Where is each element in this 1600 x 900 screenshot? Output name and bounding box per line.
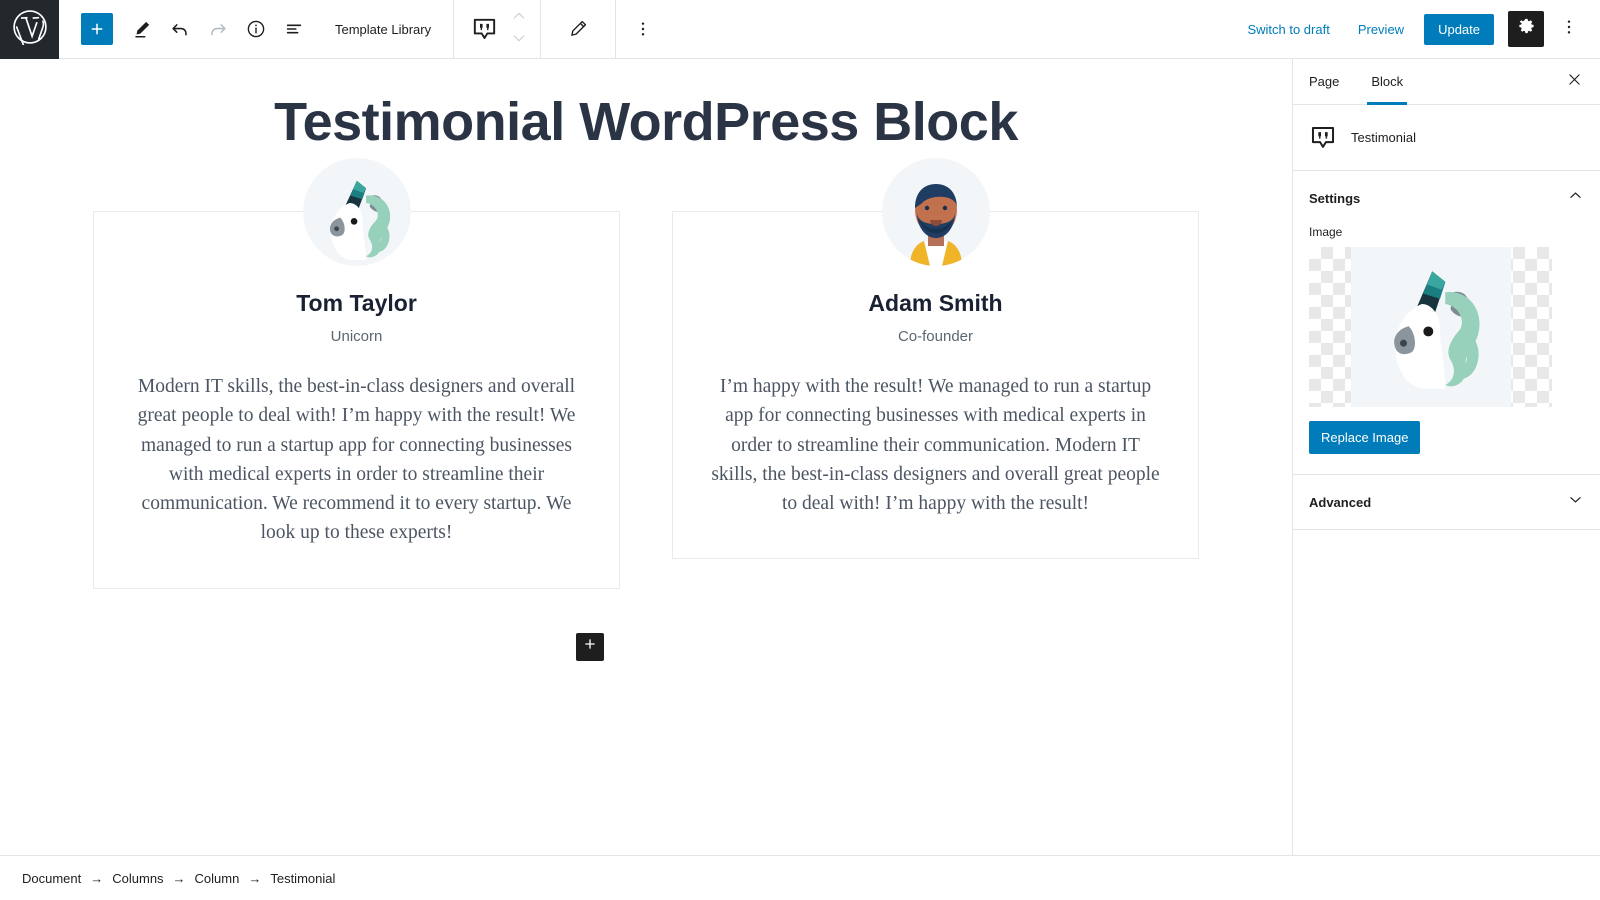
undo-arrow-icon (169, 18, 191, 40)
gear-icon (1517, 17, 1536, 41)
toolbar-left-group (59, 0, 313, 58)
breadcrumb-separator: → (248, 870, 262, 886)
block-type-button[interactable] (462, 7, 506, 51)
editor-top-toolbar: Template Library Switch to draft Preview… (0, 0, 1600, 59)
settings-panel: Settings Image Replace Image (1293, 171, 1600, 474)
preview-button[interactable]: Preview (1344, 22, 1418, 37)
settings-panel-body: Image Replace Image (1293, 225, 1600, 474)
testimonial-card-1[interactable]: Tom Taylor Unicorn Modern IT skills, the… (93, 158, 620, 589)
breadcrumb-item-column[interactable]: Column (195, 871, 240, 886)
plus-icon (88, 20, 106, 38)
editor-more-options-button[interactable] (1552, 11, 1586, 47)
quote-block-icon (471, 16, 498, 43)
list-view-icon (283, 18, 305, 40)
breadcrumb-item-document[interactable]: Document (22, 871, 81, 886)
advanced-panel-header[interactable]: Advanced (1293, 475, 1600, 529)
quote-block-icon (1309, 124, 1337, 152)
block-options-group (616, 0, 670, 58)
testimonial-role[interactable]: Unicorn (130, 328, 583, 345)
testimonial-card-2[interactable]: Adam Smith Co-founder I’m happy with the… (672, 158, 1199, 560)
page-title[interactable]: Testimonial WordPress Block (0, 91, 1292, 153)
block-edit-button[interactable] (559, 10, 597, 48)
breadcrumb-item-columns[interactable]: Columns (112, 871, 163, 886)
settings-panel-title: Settings (1309, 190, 1361, 206)
close-icon (1566, 71, 1583, 93)
avatar (881, 158, 990, 266)
template-library-button[interactable]: Template Library (313, 0, 453, 58)
block-appender-button[interactable] (576, 632, 604, 661)
sidebar-tablist: Page Block (1293, 59, 1600, 105)
pencil-edit-icon (131, 18, 153, 40)
image-preview[interactable] (1309, 247, 1552, 407)
replace-image-button[interactable]: Replace Image (1309, 421, 1421, 454)
toolbar-right-group: Switch to draft Preview Update (1233, 0, 1600, 58)
breadcrumb-separator: → (172, 870, 186, 886)
settings-sidebar: Page Block Testimonial Settings Image Re… (1293, 59, 1600, 855)
plus-icon (582, 636, 598, 657)
add-block-button[interactable] (81, 13, 113, 45)
breadcrumb-separator: → (90, 870, 104, 886)
block-edit-group (541, 0, 615, 58)
wordpress-logo-icon (12, 9, 48, 50)
column-block-1: Tom Taylor Unicorn Modern IT skills, the… (93, 158, 620, 589)
close-sidebar-button[interactable] (1556, 64, 1592, 100)
column-block-2: Adam Smith Co-founder I’m happy with the… (672, 158, 1199, 589)
tab-block[interactable]: Block (1355, 59, 1419, 105)
tools-edit-button[interactable] (123, 10, 161, 48)
testimonial-text[interactable]: Modern IT skills, the best-in-class desi… (130, 372, 583, 548)
advanced-panel: Advanced (1293, 475, 1600, 529)
avatar (302, 158, 411, 266)
sidebar-divider-2 (1293, 529, 1600, 530)
block-options-button[interactable] (624, 10, 662, 48)
chevron-up-icon (511, 8, 527, 29)
selected-block-name: Testimonial (1351, 130, 1417, 145)
move-block-down-button[interactable] (506, 29, 532, 51)
switch-to-draft-button[interactable]: Switch to draft (1233, 22, 1343, 37)
testimonial-role[interactable]: Co-founder (709, 328, 1162, 345)
list-view-button[interactable] (275, 10, 313, 48)
image-field-label: Image (1309, 225, 1343, 239)
redo-arrow-icon (207, 18, 229, 40)
chevron-down-icon (1567, 491, 1584, 513)
chevron-down-icon (511, 30, 527, 51)
testimonial-name[interactable]: Tom Taylor (130, 290, 583, 317)
more-vertical-icon (633, 19, 653, 39)
settings-panel-header[interactable]: Settings (1293, 171, 1600, 225)
breadcrumb: Document → Columns → Column → Testimonia… (0, 855, 1600, 900)
chevron-up-icon (1567, 187, 1584, 209)
selected-block-card: Testimonial (1293, 105, 1600, 171)
unicorn-avatar-icon (303, 158, 411, 266)
redo-button[interactable] (199, 10, 237, 48)
update-button[interactable]: Update (1424, 13, 1494, 45)
testimonial-text[interactable]: I’m happy with the result! We managed to… (709, 372, 1162, 518)
details-info-button[interactable] (237, 10, 275, 48)
pencil-icon (567, 18, 589, 40)
image-preview-inner (1350, 247, 1511, 407)
wordpress-logo-button[interactable] (0, 0, 59, 59)
tab-page[interactable]: Page (1293, 59, 1355, 105)
settings-sidebar-toggle-button[interactable] (1508, 11, 1544, 47)
bearded-man-avatar-icon (882, 158, 990, 266)
breadcrumb-item-testimonial[interactable]: Testimonial (270, 871, 335, 886)
info-circle-icon (245, 18, 267, 40)
unicorn-image-icon (1356, 250, 1506, 405)
block-toolbar-group (454, 0, 540, 58)
more-vertical-icon (1559, 17, 1579, 42)
advanced-panel-title: Advanced (1309, 494, 1372, 510)
block-movers (506, 7, 532, 51)
testimonial-name[interactable]: Adam Smith (709, 290, 1162, 317)
undo-button[interactable] (161, 10, 199, 48)
columns-block: Tom Taylor Unicorn Modern IT skills, the… (0, 158, 1292, 589)
editor-canvas: Testimonial WordPress Block Tom Taylor U… (0, 59, 1293, 855)
move-block-up-button[interactable] (506, 7, 532, 29)
